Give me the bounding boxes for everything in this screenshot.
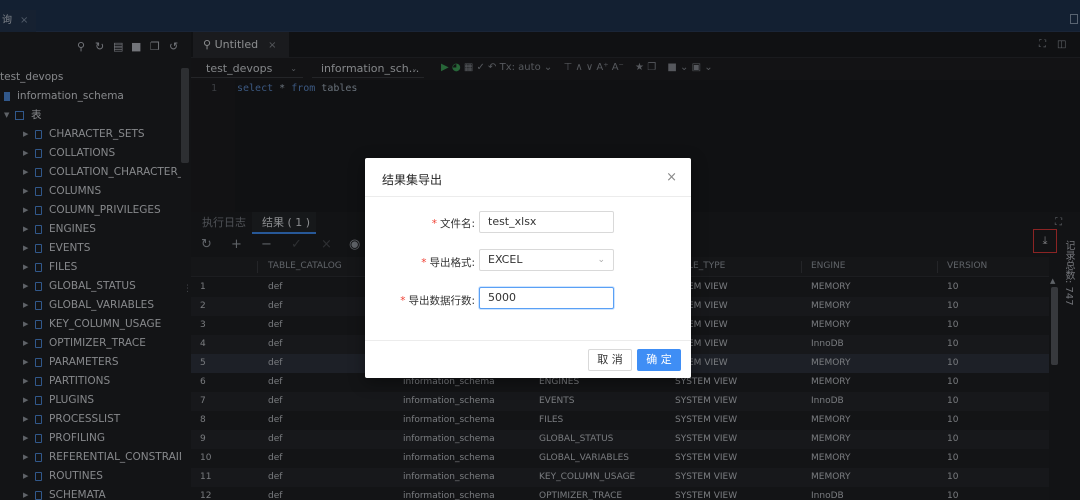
app-window: 询 × ⚲ ↻ ▤ ■ ❐ ↺ test_devops information_s… <box>0 0 1080 500</box>
close-icon[interactable]: × <box>666 170 677 185</box>
dialog-title: 结果集导出 <box>382 173 443 187</box>
chevron-down-icon: ⌄ <box>597 255 605 265</box>
rows-input[interactable]: 5000 <box>479 287 614 309</box>
rows-label: * 导出数据行数: <box>400 295 475 307</box>
divider <box>365 340 691 341</box>
confirm-button[interactable]: 确 定 <box>637 349 681 371</box>
format-select[interactable]: EXCEL ⌄ <box>479 249 614 271</box>
filename-input[interactable]: test_xlsx <box>479 211 614 233</box>
export-dialog: 结果集导出 × * 文件名: test_xlsx * 导出格式: EXCEL ⌄ * 导… <box>365 158 691 378</box>
divider <box>365 196 691 197</box>
cancel-button[interactable]: 取 消 <box>588 349 632 371</box>
filename-label: * 文件名: <box>431 218 475 230</box>
format-label: * 导出格式: <box>421 257 475 269</box>
